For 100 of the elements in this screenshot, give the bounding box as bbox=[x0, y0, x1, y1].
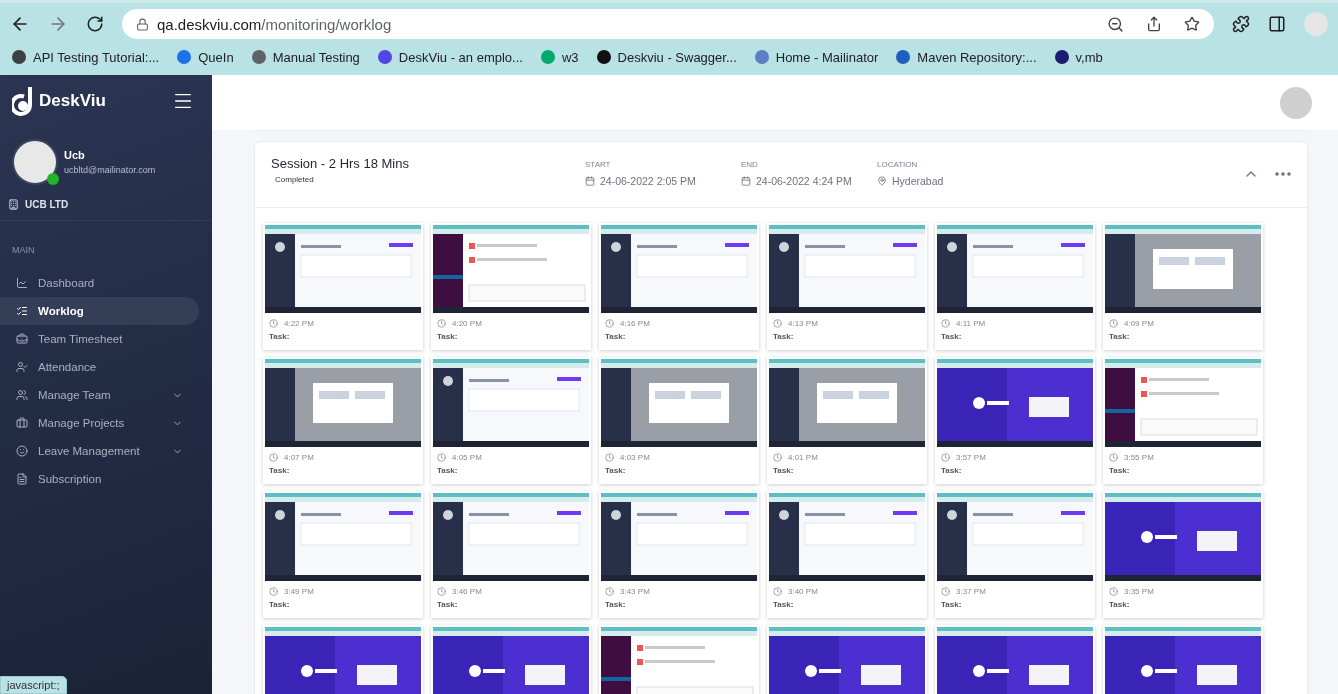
clock-icon bbox=[437, 453, 446, 462]
screenshot-time: 4:09 PM bbox=[1124, 319, 1154, 328]
nav-item[interactable]: Subscription bbox=[0, 465, 199, 493]
screenshot-thumbnail[interactable] bbox=[1105, 359, 1261, 447]
task-label: Task: bbox=[1109, 466, 1131, 475]
screenshot-thumbnail[interactable] bbox=[265, 359, 421, 447]
task-label: Task: bbox=[773, 332, 795, 341]
bookmark-link[interactable]: Manual Testing bbox=[251, 49, 360, 65]
screenshot-thumbnail[interactable] bbox=[1105, 225, 1261, 313]
nav-item[interactable]: Manage Projects bbox=[0, 409, 199, 437]
screenshot-time: 3:57 PM bbox=[956, 453, 986, 462]
calendar-icon bbox=[585, 176, 595, 186]
clock-icon bbox=[941, 453, 950, 462]
side-panel-icon[interactable] bbox=[1268, 15, 1286, 33]
bookmark-link[interactable]: v,mb bbox=[1054, 49, 1103, 65]
nav-item[interactable]: Manage Team bbox=[0, 381, 199, 409]
building-icon bbox=[8, 199, 19, 210]
task-label: Task: bbox=[773, 466, 795, 475]
screenshot-thumbnail[interactable] bbox=[433, 493, 589, 581]
screenshot-thumbnail[interactable] bbox=[937, 225, 1093, 313]
clock-icon bbox=[941, 319, 950, 328]
nav-item[interactable]: Attendance bbox=[0, 353, 199, 381]
clock-icon bbox=[269, 319, 278, 328]
screenshot-thumbnail[interactable] bbox=[769, 359, 925, 447]
screenshot-thumbnail[interactable] bbox=[601, 359, 757, 447]
screenshot-thumbnail[interactable] bbox=[1105, 493, 1261, 581]
clock-icon bbox=[605, 453, 614, 462]
briefcase-icon bbox=[16, 417, 28, 429]
screenshot-time: 4:01 PM bbox=[788, 453, 818, 462]
document-icon bbox=[16, 473, 28, 485]
map-pin-icon bbox=[877, 176, 887, 186]
screenshot-thumbnail[interactable] bbox=[601, 225, 757, 313]
task-label: Task: bbox=[605, 466, 627, 475]
screenshot-thumbnail[interactable] bbox=[937, 493, 1093, 581]
task-label: Task: bbox=[437, 600, 459, 609]
calendar-icon bbox=[741, 176, 751, 186]
screenshot-thumbnail[interactable] bbox=[769, 493, 925, 581]
task-label: Task: bbox=[605, 600, 627, 609]
field-value: Hyderabad bbox=[892, 175, 944, 187]
star-icon[interactable] bbox=[1184, 16, 1200, 32]
address-bar[interactable]: qa.deskviu.com/monitoring/worklog bbox=[122, 9, 1214, 39]
bookmark-link[interactable]: Maven Repository:... bbox=[896, 49, 1037, 65]
task-label: Task: bbox=[437, 332, 459, 341]
url-host: qa.deskviu.com bbox=[157, 15, 262, 33]
session-status: Completed bbox=[275, 175, 315, 184]
clock-icon bbox=[269, 453, 278, 462]
brand-name: DeskViu bbox=[39, 91, 106, 111]
bookmark-link[interactable]: API Testing Tutorial:... bbox=[12, 49, 160, 65]
clock-icon bbox=[605, 319, 614, 328]
clock-icon bbox=[269, 587, 278, 596]
clock-icon bbox=[605, 587, 614, 596]
task-label: Task: bbox=[941, 332, 963, 341]
section-label: MAIN bbox=[11, 244, 36, 257]
task-label: Task: bbox=[941, 466, 963, 475]
nav-item[interactable]: Dashboard bbox=[0, 269, 199, 297]
field-value: 24-06-2022 2:05 PM bbox=[600, 175, 696, 187]
screenshot-time: 3:49 PM bbox=[284, 587, 314, 596]
bookmark-link[interactable]: QueIn bbox=[177, 49, 234, 65]
screenshot-thumbnail[interactable] bbox=[601, 493, 757, 581]
extensions-icon[interactable] bbox=[1232, 15, 1250, 33]
screenshot-time: 3:37 PM bbox=[956, 587, 986, 596]
screenshot-time: 3:55 PM bbox=[1124, 453, 1154, 462]
briefcase-icon bbox=[16, 333, 28, 345]
task-label: Task: bbox=[1109, 600, 1131, 609]
field-value: 24-06-2022 4:24 PM bbox=[756, 175, 852, 187]
reload-icon[interactable] bbox=[86, 15, 104, 33]
bookmark-link[interactable]: Deskviu - Swagger... bbox=[596, 49, 737, 65]
field-label: START bbox=[585, 160, 612, 169]
nav-item[interactable]: Leave Management bbox=[0, 437, 199, 465]
screenshot-time: 3:43 PM bbox=[620, 587, 650, 596]
lock-icon bbox=[136, 17, 149, 31]
zoom-out-icon[interactable] bbox=[1107, 15, 1124, 33]
task-label: Task: bbox=[605, 332, 627, 341]
nav-item[interactable]: Worklog bbox=[0, 297, 199, 325]
screenshot-thumbnail[interactable] bbox=[265, 493, 421, 581]
screenshot-thumbnail[interactable] bbox=[769, 225, 925, 313]
task-label: Task: bbox=[269, 600, 291, 609]
list-icon bbox=[16, 305, 28, 317]
bookmark-link[interactable]: w3 bbox=[540, 49, 579, 65]
task-label: Task: bbox=[1109, 332, 1131, 341]
clock-icon bbox=[773, 319, 782, 328]
screenshot-thumbnail[interactable] bbox=[265, 225, 421, 313]
share-icon[interactable] bbox=[1146, 16, 1162, 32]
user-email: ucbltd@mailinator.com bbox=[64, 165, 156, 175]
screenshot-time: 4:13 PM bbox=[788, 319, 818, 328]
chart-icon bbox=[16, 277, 28, 289]
session-title: Session - 2 Hrs 18 Mins bbox=[271, 156, 410, 171]
clock-icon bbox=[437, 587, 446, 596]
task-label: Task: bbox=[773, 600, 795, 609]
status-bubble: javascript:; bbox=[0, 676, 67, 694]
screenshot-thumbnail[interactable] bbox=[937, 359, 1093, 447]
screenshot-time: 3:40 PM bbox=[788, 587, 818, 596]
screenshot-time: 4:03 PM bbox=[620, 453, 650, 462]
screenshot-time: 4:20 PM bbox=[452, 319, 482, 328]
bookmark-link[interactable]: DeskViu - an emplo... bbox=[377, 49, 523, 65]
bookmark-link[interactable]: Home - Mailinator bbox=[754, 49, 879, 65]
screenshot-thumbnail[interactable] bbox=[433, 225, 589, 313]
nav-item[interactable]: Team Timesheet bbox=[0, 325, 199, 353]
more-icon bbox=[1275, 172, 1291, 176]
screenshot-thumbnail[interactable] bbox=[433, 359, 589, 447]
